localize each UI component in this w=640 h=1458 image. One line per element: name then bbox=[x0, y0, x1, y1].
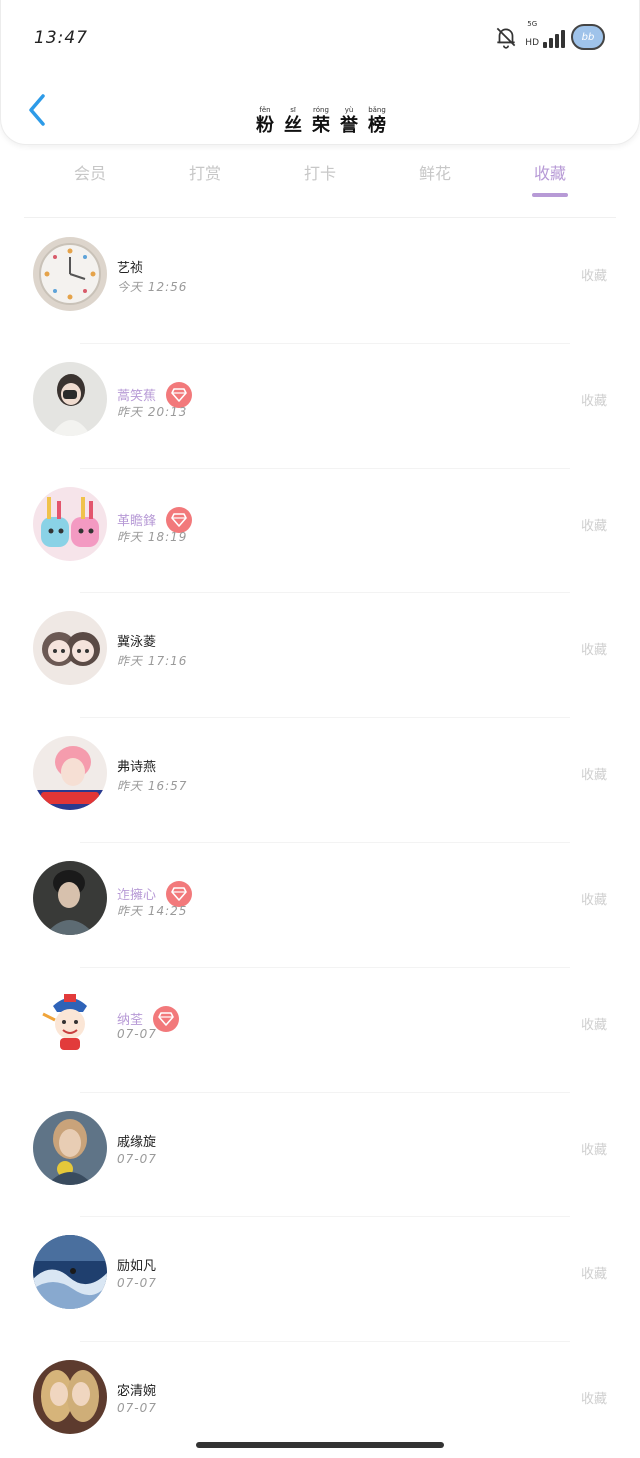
header-card: 13:47 5G HD bb fěn 粉 sī 丝 róng 荣 yù 誉 bǎ… bbox=[0, 0, 640, 145]
tabs-divider bbox=[24, 217, 616, 218]
avatar[interactable] bbox=[33, 611, 107, 686]
favorite-action[interactable]: 收藏 bbox=[581, 764, 607, 783]
status-icons: 5G HD bb bbox=[493, 20, 605, 50]
tab-tip[interactable]: 打赏 bbox=[165, 160, 245, 184]
favorite-action[interactable]: 收藏 bbox=[581, 1388, 607, 1407]
avatar[interactable] bbox=[33, 736, 107, 811]
title-pinyin: yù bbox=[344, 106, 354, 114]
fan-row[interactable]: 纳荃 07-07 收藏 bbox=[0, 968, 640, 1093]
fan-time: 07-07 bbox=[117, 1401, 157, 1416]
fan-name: 冀泳菱 bbox=[117, 635, 157, 651]
fan-name: 艺祯 bbox=[117, 261, 144, 276]
title-char: sī 丝 bbox=[281, 106, 305, 137]
tab-checkin[interactable]: 打卡 bbox=[280, 160, 360, 184]
fan-time: 昨天 18:19 bbox=[117, 529, 188, 544]
tab-flower[interactable]: 鲜花 bbox=[395, 160, 475, 184]
avatar[interactable] bbox=[33, 1110, 107, 1185]
tab-favorite[interactable]: 收藏 bbox=[510, 160, 590, 184]
battery-label: bb bbox=[581, 31, 595, 43]
favorite-action[interactable]: 收藏 bbox=[581, 889, 607, 908]
favorite-action[interactable]: 收藏 bbox=[581, 515, 607, 534]
name-line: 戚缘旋 bbox=[117, 1131, 156, 1150]
avatar[interactable] bbox=[33, 1360, 107, 1435]
fan-name: 宓清婉 bbox=[117, 1384, 157, 1400]
fan-row[interactable]: 革瞻鋒 昨天 18:19 收藏 bbox=[0, 469, 640, 594]
status-bar: 13:47 5G HD bb bbox=[1, 0, 640, 76]
status-time: 13:47 bbox=[34, 28, 88, 48]
fan-time: 07-07 bbox=[117, 1151, 157, 1166]
title-hanzi: 荣 bbox=[312, 115, 330, 136]
fan-list: 艺祯 今天 12:56 收藏 蒿笑蕉 昨天 20:13 收藏 革瞻鋒 昨天 18:19 收藏 冀泳… bbox=[0, 219, 640, 1458]
fan-name: 革瞻鋒 bbox=[117, 514, 157, 530]
avatar[interactable] bbox=[33, 860, 107, 935]
fan-name: 蒿笑蕉 bbox=[117, 389, 157, 405]
fan-time: 07-07 bbox=[117, 1026, 157, 1041]
fan-row[interactable]: 励如凡 07-07 收藏 bbox=[0, 1217, 640, 1343]
fan-row[interactable]: 蒿笑蕉 昨天 20:13 收藏 bbox=[0, 344, 640, 469]
name-line: 宓清婉 bbox=[117, 1380, 156, 1399]
favorite-action[interactable]: 收藏 bbox=[581, 639, 607, 658]
name-line: 弗诗燕 bbox=[117, 756, 156, 775]
fan-row[interactable]: 弗诗燕昨天 16:57 收藏 bbox=[0, 718, 640, 843]
favorite-action[interactable]: 收藏 bbox=[581, 390, 607, 409]
battery-icon: bb bbox=[571, 24, 605, 50]
fan-name: 弗诗燕 bbox=[117, 760, 157, 776]
name-line: 艺祯 bbox=[117, 257, 143, 276]
fan-name: 戚缘旋 bbox=[117, 1134, 157, 1150]
bell-muted-icon bbox=[497, 27, 516, 49]
title-hanzi: 丝 bbox=[284, 115, 302, 136]
network-sub: HD bbox=[525, 38, 539, 48]
title-char: yù 誉 bbox=[337, 106, 361, 137]
avatar[interactable] bbox=[33, 985, 107, 1060]
fan-time: 07-07 bbox=[117, 1276, 157, 1291]
vip-diamond-icon bbox=[153, 1005, 180, 1032]
fan-time: 昨天 17:16 bbox=[117, 654, 188, 669]
avatar[interactable] bbox=[33, 361, 107, 436]
avatar[interactable] bbox=[33, 1235, 107, 1310]
title-char: bǎng 榜 bbox=[365, 106, 389, 137]
title-hanzi: 榜 bbox=[368, 115, 386, 136]
fan-name: 迮擁心 bbox=[117, 888, 157, 904]
tab-bar: 会员 打赏 打卡 鲜花 收藏 bbox=[0, 160, 640, 204]
fan-time: 昨天 14:25 bbox=[117, 903, 188, 918]
title-char: róng 荣 bbox=[309, 106, 333, 137]
avatar[interactable] bbox=[33, 486, 107, 561]
tab-active-indicator bbox=[532, 193, 568, 197]
fan-row[interactable]: 宓清婉 07-07 收藏 bbox=[0, 1342, 640, 1458]
fan-row[interactable]: 戚缘旋 07-07 收藏 bbox=[0, 1093, 640, 1218]
avatar[interactable] bbox=[33, 237, 107, 311]
name-line: 冀泳菱 bbox=[117, 631, 156, 650]
title-pinyin: fěn bbox=[259, 106, 271, 114]
page-title: fěn 粉 sī 丝 róng 荣 yù 誉 bǎng 榜 bbox=[1, 97, 640, 137]
fan-row[interactable]: 迮擁心 昨天 14:25 收藏 bbox=[0, 843, 640, 968]
title-pinyin: róng bbox=[313, 106, 329, 114]
network-type: 5G bbox=[527, 20, 538, 28]
fan-name: 纳荃 bbox=[117, 1013, 144, 1029]
title-pinyin: bǎng bbox=[368, 106, 386, 114]
title-char: fěn 粉 bbox=[253, 106, 277, 137]
favorite-action[interactable]: 收藏 bbox=[581, 1139, 607, 1158]
signal-icon: 5G HD bbox=[525, 20, 565, 48]
favorite-action[interactable]: 收藏 bbox=[581, 265, 607, 284]
favorite-action[interactable]: 收藏 bbox=[581, 1263, 607, 1282]
home-indicator[interactable] bbox=[196, 1442, 444, 1448]
title-hanzi: 粉 bbox=[256, 115, 274, 136]
title-pinyin: sī bbox=[290, 106, 296, 114]
name-line: 励如凡 bbox=[117, 1255, 156, 1274]
favorite-action[interactable]: 收藏 bbox=[581, 1014, 607, 1033]
title-hanzi: 誉 bbox=[340, 115, 358, 136]
fan-time: 昨天 16:57 bbox=[117, 779, 188, 794]
fan-time: 今天 12:56 bbox=[117, 280, 188, 294]
fan-row[interactable]: 冀泳菱昨天 17:16 收藏 bbox=[0, 593, 640, 719]
fan-row[interactable]: 艺祯今天 12:56 收藏 bbox=[0, 219, 640, 344]
fan-time: 昨天 20:13 bbox=[117, 404, 188, 419]
tab-member[interactable]: 会员 bbox=[50, 160, 130, 184]
fan-name: 励如凡 bbox=[117, 1259, 157, 1275]
title-ruby: fěn 粉 sī 丝 róng 荣 yù 誉 bǎng 榜 bbox=[253, 106, 389, 137]
